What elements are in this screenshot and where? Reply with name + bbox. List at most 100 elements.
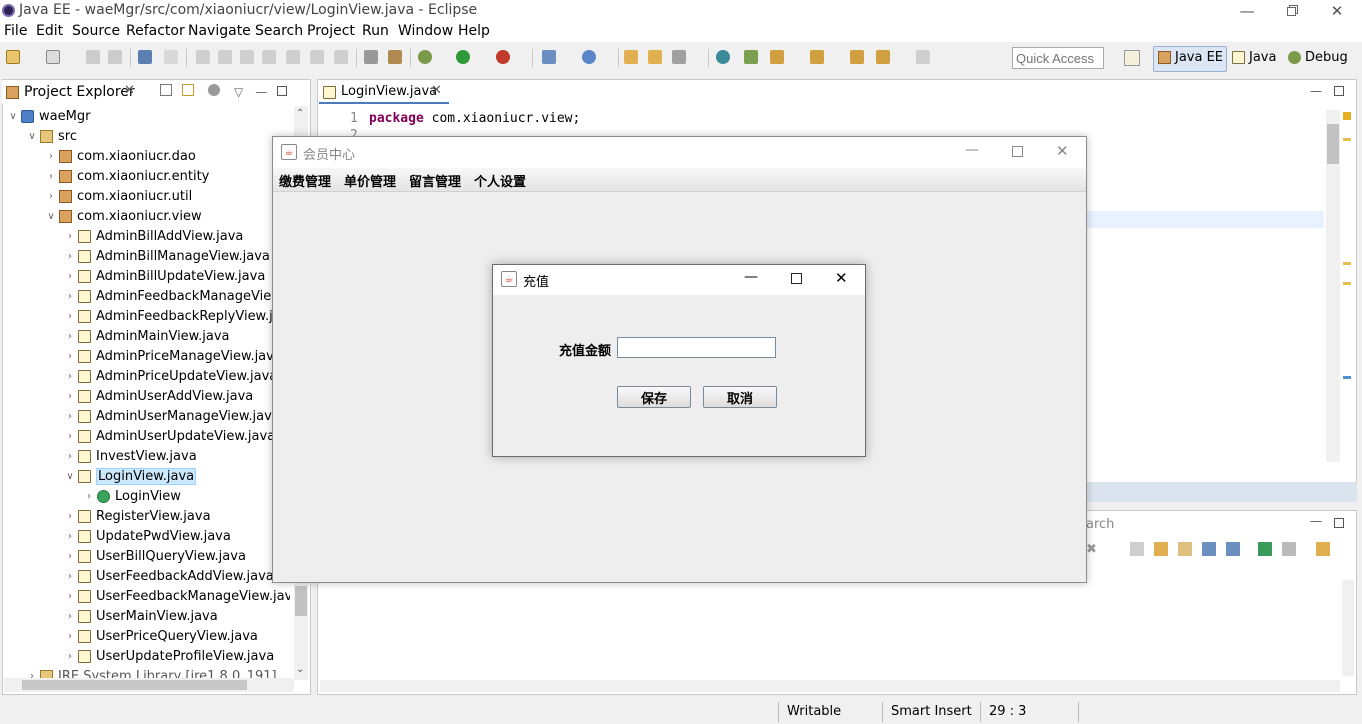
- chevron-right-icon[interactable]: ›: [65, 551, 75, 562]
- chevron-down-icon[interactable]: ∨: [8, 111, 18, 122]
- toolbar-item-icon[interactable]: [1178, 542, 1192, 556]
- tree-item[interactable]: ∨ LoginView.java: [65, 466, 197, 486]
- tree-item[interactable]: › InvestView.java: [65, 446, 197, 466]
- tree-item[interactable]: › AdminUserUpdateView.java: [65, 426, 275, 446]
- menu-project[interactable]: Project: [307, 23, 355, 39]
- menu-payment-management[interactable]: 缴费管理: [279, 171, 331, 190]
- menu-price-management[interactable]: 单价管理: [344, 171, 396, 190]
- tab-project-explorer[interactable]: Project Explorer ✕: [2, 80, 152, 104]
- tree-item[interactable]: › LoginView: [84, 486, 181, 506]
- cancel-button[interactable]: 取消: [703, 386, 777, 408]
- terminate-icon[interactable]: [240, 50, 254, 64]
- scroll-up-icon[interactable]: ⌃: [296, 108, 304, 119]
- tree-item[interactable]: › UserFeedbackAddView.java: [65, 566, 274, 586]
- chevron-right-icon[interactable]: ›: [65, 351, 75, 362]
- chevron-right-icon[interactable]: ›: [65, 291, 75, 302]
- menu-help[interactable]: Help: [458, 23, 490, 39]
- chevron-right-icon[interactable]: ›: [65, 231, 75, 242]
- chevron-right-icon[interactable]: ›: [84, 491, 94, 502]
- new-project-icon[interactable]: [46, 50, 60, 64]
- chevron-right-icon[interactable]: ›: [65, 251, 75, 262]
- code-line[interactable]: package com.xiaoniucr.view;: [369, 111, 580, 126]
- prev-annotation-icon[interactable]: [810, 50, 824, 64]
- toolbar-item-icon[interactable]: [1202, 542, 1216, 556]
- editor-horizontal-scrollbar[interactable]: [320, 680, 1340, 692]
- chevron-right-icon[interactable]: ›: [65, 651, 75, 662]
- chevron-right-icon[interactable]: ›: [65, 511, 75, 522]
- new-icon[interactable]: [6, 50, 20, 64]
- chevron-right-icon[interactable]: ›: [65, 271, 75, 282]
- forward-icon[interactable]: [916, 50, 930, 64]
- restore-button[interactable]: [1268, 0, 1314, 22]
- maximize-view-icon[interactable]: [277, 86, 288, 96]
- chevron-right-icon[interactable]: ›: [65, 611, 75, 622]
- menu-run[interactable]: Run: [362, 23, 389, 39]
- search-toolbar-icon[interactable]: [744, 50, 758, 64]
- close-tab-icon[interactable]: ✕: [124, 83, 135, 98]
- perspective-java[interactable]: Java: [1232, 50, 1276, 65]
- tree-scroll-thumb[interactable]: [295, 586, 307, 616]
- word-wrap-icon[interactable]: [364, 50, 378, 64]
- dialog-minimize-button[interactable]: —: [744, 269, 758, 285]
- member-minimize-button[interactable]: —: [965, 142, 979, 158]
- menu-navigate[interactable]: Navigate: [188, 23, 251, 39]
- chevron-right-icon[interactable]: ›: [65, 451, 75, 462]
- bottom-vertical-scrollbar[interactable]: [1342, 580, 1354, 676]
- tree-item[interactable]: › AdminBillAddView.java: [65, 226, 243, 246]
- tree-item[interactable]: › AdminBillUpdateView.java: [65, 266, 265, 286]
- warning-marker-icon[interactable]: [1343, 112, 1351, 120]
- tree-item[interactable]: › UserBillQueryView.java: [65, 546, 246, 566]
- disconnect-icon[interactable]: [262, 50, 276, 64]
- dialog-maximize-button[interactable]: [791, 273, 802, 284]
- chevron-right-icon[interactable]: ›: [65, 431, 75, 442]
- toolbar-item-icon[interactable]: [1282, 542, 1296, 556]
- toolbar-item-icon[interactable]: [1154, 542, 1168, 556]
- editor-minimize-icon[interactable]: —: [1310, 84, 1322, 98]
- suspend-icon[interactable]: [218, 50, 232, 64]
- tree-item[interactable]: › AdminPriceUpdateView.java: [65, 366, 277, 386]
- menu-source[interactable]: Source: [72, 23, 120, 39]
- tree-item[interactable]: › UserMainView.java: [65, 606, 218, 626]
- tree-item[interactable]: › com.xiaoniucr.entity: [46, 166, 209, 186]
- tree-item[interactable]: › UserUpdateProfileView.java: [65, 646, 274, 666]
- close-editor-icon[interactable]: ✕: [431, 83, 442, 98]
- chevron-right-icon[interactable]: ›: [46, 151, 56, 162]
- new-class-icon[interactable]: [582, 50, 596, 64]
- chevron-right-icon[interactable]: ›: [65, 411, 75, 422]
- tree-horizontal-scrollbar[interactable]: [4, 678, 294, 692]
- bottom-maximize-icon[interactable]: [1334, 518, 1344, 528]
- link-editor-icon[interactable]: [182, 84, 194, 96]
- member-maximize-button[interactable]: [1012, 146, 1023, 157]
- chevron-right-icon[interactable]: ›: [65, 371, 75, 382]
- chevron-down-icon[interactable]: ∨: [27, 131, 37, 142]
- save-all-icon[interactable]: [108, 50, 122, 64]
- open-type-icon[interactable]: [388, 50, 402, 64]
- menu-file[interactable]: File: [4, 23, 27, 39]
- step-return-icon[interactable]: [334, 50, 348, 64]
- chevron-right-icon[interactable]: ›: [46, 171, 56, 182]
- tree-item[interactable]: › AdminFeedbackReplyView.jav: [65, 306, 288, 326]
- perspective-debug[interactable]: Debug: [1288, 50, 1348, 65]
- remove-icon[interactable]: ✖: [1086, 542, 1100, 557]
- save-icon[interactable]: [86, 50, 100, 64]
- dialog-close-button[interactable]: ✕: [835, 269, 848, 287]
- bottom-minimize-icon[interactable]: —: [1310, 514, 1322, 528]
- chevron-right-icon[interactable]: ›: [65, 391, 75, 402]
- chevron-right-icon[interactable]: ›: [65, 311, 75, 322]
- toolbar-item-icon[interactable]: [1130, 542, 1144, 556]
- open-task-icon[interactable]: [648, 50, 662, 64]
- overview-marker[interactable]: [1343, 138, 1351, 141]
- scroll-down-icon[interactable]: ⌄: [296, 664, 304, 675]
- annotation-icon[interactable]: [672, 50, 686, 64]
- view-menu-icon[interactable]: ▽: [234, 85, 243, 99]
- member-close-button[interactable]: ✕: [1056, 142, 1069, 160]
- chevron-down-icon[interactable]: ∨: [65, 471, 75, 482]
- perspective-javaee[interactable]: Java EE: [1158, 50, 1223, 65]
- chevron-right-icon[interactable]: ›: [46, 191, 56, 202]
- tree-item[interactable]: ∨ com.xiaoniucr.view: [46, 206, 201, 226]
- tree-item[interactable]: › AdminFeedbackManageView.: [65, 286, 285, 306]
- new-server-icon[interactable]: [542, 50, 556, 64]
- last-edit-icon[interactable]: [850, 50, 864, 64]
- overview-marker[interactable]: [1343, 376, 1351, 379]
- tree-item[interactable]: › AdminUserAddView.java: [65, 386, 253, 406]
